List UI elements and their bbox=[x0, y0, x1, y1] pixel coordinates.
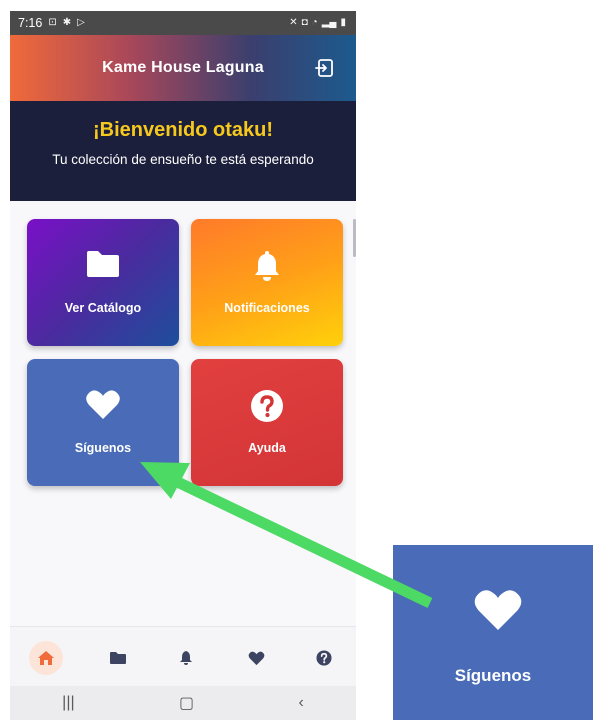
follow-us-label: Síguenos bbox=[74, 441, 132, 455]
nav-help[interactable] bbox=[309, 643, 339, 673]
heart-icon bbox=[86, 390, 120, 419]
app-bar: Kame House Laguna bbox=[10, 35, 356, 101]
signal-icon: ▂▄ bbox=[321, 17, 337, 28]
scrollbar[interactable] bbox=[353, 219, 356, 257]
help-icon bbox=[316, 650, 332, 666]
settings-icon: ✱ bbox=[62, 17, 72, 28]
screenshot-icon: ⊡ bbox=[48, 17, 57, 28]
mute-icon: ✕ bbox=[289, 17, 298, 28]
catalog-tile[interactable]: Ver Catálogo bbox=[27, 219, 179, 346]
notifications-label: Notificaciones bbox=[224, 301, 310, 315]
main-content: Ver Catálogo Notificaciones Síguenos Ayu… bbox=[10, 201, 356, 626]
app-title: Kame House Laguna bbox=[102, 59, 264, 76]
question-icon bbox=[251, 390, 283, 422]
status-bar: 7:16 ⊡ ✱ ▷ ✕ ◘ ◔ ▂▄ ▮ bbox=[10, 11, 356, 35]
follow-us-tile[interactable]: Síguenos bbox=[27, 359, 179, 486]
bell-icon bbox=[180, 651, 192, 665]
welcome-banner: ¡Bienvenido otaku! Tu colección de ensue… bbox=[10, 101, 356, 201]
status-time: 7:16 bbox=[18, 16, 43, 30]
heart-icon bbox=[248, 651, 264, 665]
nav-home[interactable] bbox=[31, 643, 61, 673]
notifications-tile[interactable]: Notificaciones bbox=[191, 219, 343, 346]
folder-icon bbox=[87, 251, 119, 277]
back-icon[interactable]: ‹ bbox=[298, 694, 303, 712]
nav-catalog[interactable] bbox=[103, 643, 133, 673]
logout-icon bbox=[315, 59, 333, 77]
recent-apps-icon[interactable]: ||| bbox=[62, 694, 74, 712]
cast-icon: ▷ bbox=[77, 17, 85, 28]
folder-icon bbox=[110, 652, 126, 664]
catalog-label: Ver Catálogo bbox=[64, 301, 142, 315]
phone-screen: 7:16 ⊡ ✱ ▷ ✕ ◘ ◔ ▂▄ ▮ Kame House Laguna … bbox=[10, 11, 356, 720]
alarm-icon: ◘ bbox=[301, 17, 308, 28]
zoomed-follow-us-label: Síguenos bbox=[454, 666, 532, 685]
logout-button[interactable] bbox=[314, 57, 336, 79]
wifi-icon: ◔ bbox=[311, 17, 318, 28]
help-label: Ayuda bbox=[248, 441, 286, 455]
bottom-navigation bbox=[10, 626, 356, 686]
welcome-subtitle: Tu colección de ensueño te está esperand… bbox=[52, 152, 314, 167]
heart-icon bbox=[474, 590, 522, 630]
welcome-title: ¡Bienvenido otaku! bbox=[92, 119, 273, 141]
zoomed-follow-us-tile: Síguenos bbox=[393, 545, 593, 720]
nav-follow[interactable] bbox=[241, 643, 271, 673]
nav-notifications[interactable] bbox=[171, 643, 201, 673]
home-button-icon[interactable]: ▢ bbox=[179, 693, 194, 713]
battery-icon: ▮ bbox=[340, 17, 346, 28]
system-navigation-bar: ||| ▢ ‹ bbox=[10, 686, 356, 720]
home-icon bbox=[38, 651, 54, 665]
bell-icon bbox=[255, 251, 279, 281]
help-tile[interactable]: Ayuda bbox=[191, 359, 343, 486]
